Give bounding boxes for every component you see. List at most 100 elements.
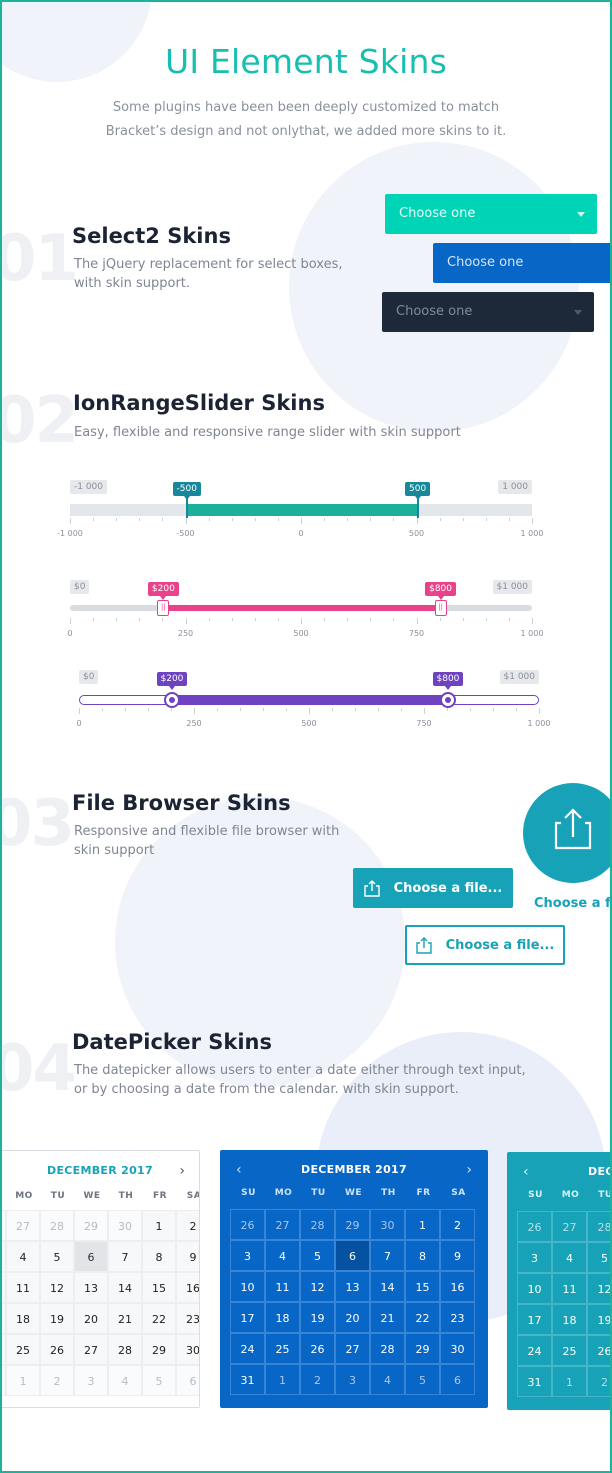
datepicker-day[interactable]: 21 xyxy=(370,1302,405,1333)
datepicker-day[interactable]: 8 xyxy=(142,1241,176,1272)
datepicker-day[interactable]: 12 xyxy=(587,1273,610,1304)
datepicker-day[interactable]: 6 xyxy=(176,1365,199,1396)
datepicker-day[interactable]: 27 xyxy=(335,1333,370,1364)
datepicker-day[interactable]: 26 xyxy=(300,1333,335,1364)
datepicker-day[interactable]: 10 xyxy=(230,1271,265,1302)
choose-file-button-outline[interactable]: Choose a file... xyxy=(405,925,565,965)
choose-file-button-filled[interactable]: Choose a file... xyxy=(353,868,513,908)
slider-handle-from[interactable] xyxy=(164,692,180,708)
datepicker-day[interactable]: 14 xyxy=(370,1271,405,1302)
datepicker-day[interactable]: 25 xyxy=(552,1335,587,1366)
datepicker-day[interactable]: 27 xyxy=(552,1211,587,1242)
datepicker-day[interactable]: 2 xyxy=(300,1364,335,1395)
datepicker-day[interactable]: 25 xyxy=(6,1334,40,1365)
file-upload-circle-label[interactable]: Choose a file xyxy=(534,896,610,911)
datepicker-day[interactable]: 1 xyxy=(405,1209,440,1240)
datepicker-day[interactable]: 13 xyxy=(74,1272,108,1303)
datepicker-day[interactable]: 30 xyxy=(176,1334,199,1365)
datepicker-day[interactable]: 28 xyxy=(370,1333,405,1364)
datepicker-day[interactable]: 22 xyxy=(405,1302,440,1333)
datepicker-day[interactable]: 4 xyxy=(265,1240,300,1271)
file-upload-circle-button[interactable] xyxy=(523,783,610,883)
datepicker-day[interactable]: 1 xyxy=(265,1364,300,1395)
datepicker-day[interactable]: 3 xyxy=(517,1242,552,1273)
datepicker-day[interactable]: 11 xyxy=(6,1272,40,1303)
datepicker-day[interactable]: 19 xyxy=(300,1302,335,1333)
datepicker-day[interactable]: 12 xyxy=(40,1272,74,1303)
datepicker-day[interactable]: 17 xyxy=(230,1302,265,1333)
datepicker-day[interactable]: 2 xyxy=(587,1366,610,1397)
datepicker-day[interactable]: 5 xyxy=(587,1242,610,1273)
datepicker-day[interactable]: 27 xyxy=(6,1210,40,1241)
datepicker-day[interactable]: 18 xyxy=(6,1303,40,1334)
datepicker-day[interactable]: 10 xyxy=(517,1273,552,1304)
select-blue[interactable]: Choose one xyxy=(433,243,610,283)
datepicker-day[interactable]: 22 xyxy=(142,1303,176,1334)
datepicker-day[interactable]: 30 xyxy=(370,1209,405,1240)
select-dark[interactable]: Choose one xyxy=(382,292,594,332)
datepicker-day[interactable]: 3 xyxy=(335,1364,370,1395)
datepicker-day[interactable]: 18 xyxy=(265,1302,300,1333)
datepicker-day[interactable]: 4 xyxy=(370,1364,405,1395)
slider-handle-from[interactable] xyxy=(185,498,188,518)
datepicker-day[interactable]: 13 xyxy=(335,1271,370,1302)
datepicker-day[interactable]: 20 xyxy=(74,1303,108,1334)
datepicker-day[interactable]: 6 xyxy=(335,1240,370,1271)
range-slider-purple[interactable]: $0 $1 000 $200 $800 0 250 500 750 1 000 xyxy=(76,670,550,730)
datepicker-day[interactable]: 14 xyxy=(108,1272,142,1303)
datepicker-day[interactable]: 7 xyxy=(108,1241,142,1272)
datepicker-day[interactable]: 28 xyxy=(40,1210,74,1241)
datepicker-day[interactable]: 31 xyxy=(517,1366,552,1397)
datepicker-day[interactable]: 5 xyxy=(142,1365,176,1396)
slider-handle-to[interactable] xyxy=(416,498,419,518)
datepicker-day[interactable]: 27 xyxy=(74,1334,108,1365)
slider-handle-to[interactable]: || xyxy=(434,600,447,616)
datepicker-day[interactable]: 5 xyxy=(40,1241,74,1272)
datepicker-day[interactable]: 16 xyxy=(440,1271,475,1302)
datepicker-day[interactable]: 11 xyxy=(265,1271,300,1302)
datepicker-teal[interactable]: ‹ DECEMBER 2017 SUMOTUWETHFRSA2627282930… xyxy=(507,1152,610,1410)
select-teal[interactable]: Choose one xyxy=(385,194,597,234)
datepicker-day[interactable]: 1 xyxy=(6,1365,40,1396)
datepicker-day[interactable]: 11 xyxy=(552,1273,587,1304)
datepicker-day[interactable]: 1 xyxy=(552,1366,587,1397)
datepicker-blue[interactable]: ‹ DECEMBER 2017 › SU MO TU WE TH FR SA 26 27 28 29… xyxy=(220,1150,488,1408)
datepicker-day[interactable]: 4 xyxy=(552,1242,587,1273)
datepicker-day[interactable]: 29 xyxy=(405,1333,440,1364)
slider-handle-to[interactable] xyxy=(440,692,456,708)
datepicker-day[interactable]: 18 xyxy=(552,1304,587,1335)
datepicker-day[interactable]: 20 xyxy=(335,1302,370,1333)
datepicker-day[interactable]: 26 xyxy=(517,1211,552,1242)
datepicker-day[interactable]: 29 xyxy=(142,1334,176,1365)
datepicker-day[interactable]: 26 xyxy=(587,1335,610,1366)
datepicker-day[interactable]: 31 xyxy=(230,1364,265,1395)
datepicker-day[interactable]: 4 xyxy=(6,1241,40,1272)
chevron-right-icon[interactable]: › xyxy=(466,1158,472,1182)
chevron-right-icon[interactable]: › xyxy=(179,1159,185,1183)
datepicker-day[interactable]: 23 xyxy=(176,1303,199,1334)
datepicker-day[interactable]: 17 xyxy=(517,1304,552,1335)
datepicker-day[interactable]: 3 xyxy=(74,1365,108,1396)
datepicker-day[interactable]: 19 xyxy=(587,1304,610,1335)
range-slider-teal[interactable]: -1 000 1 000 -500 500 -1 000 -500 0 500 1 00… xyxy=(57,480,543,540)
datepicker-day[interactable]: 3 xyxy=(230,1240,265,1271)
datepicker-day[interactable]: 15 xyxy=(142,1272,176,1303)
datepicker-day[interactable]: 29 xyxy=(74,1210,108,1241)
datepicker-day[interactable]: 2 xyxy=(440,1209,475,1240)
datepicker-day[interactable]: 9 xyxy=(440,1240,475,1271)
datepicker-day[interactable]: 24 xyxy=(230,1333,265,1364)
datepicker-day[interactable]: 30 xyxy=(440,1333,475,1364)
datepicker-day[interactable]: 9 xyxy=(176,1241,199,1272)
datepicker-day[interactable]: 25 xyxy=(265,1333,300,1364)
datepicker-day[interactable]: 7 xyxy=(370,1240,405,1271)
datepicker-day[interactable]: 2 xyxy=(176,1210,199,1241)
datepicker-day[interactable]: 26 xyxy=(230,1209,265,1240)
datepicker-day[interactable]: 28 xyxy=(300,1209,335,1240)
datepicker-day[interactable]: 2 xyxy=(40,1365,74,1396)
datepicker-day[interactable]: 5 xyxy=(300,1240,335,1271)
range-slider-pink[interactable]: $0 $1 000 || || $200 $800 0 250 500 750 1 00… xyxy=(67,580,543,640)
datepicker-day[interactable]: 27 xyxy=(265,1209,300,1240)
datepicker-day[interactable]: 23 xyxy=(440,1302,475,1333)
datepicker-day[interactable]: 15 xyxy=(405,1271,440,1302)
datepicker-day[interactable]: 21 xyxy=(108,1303,142,1334)
